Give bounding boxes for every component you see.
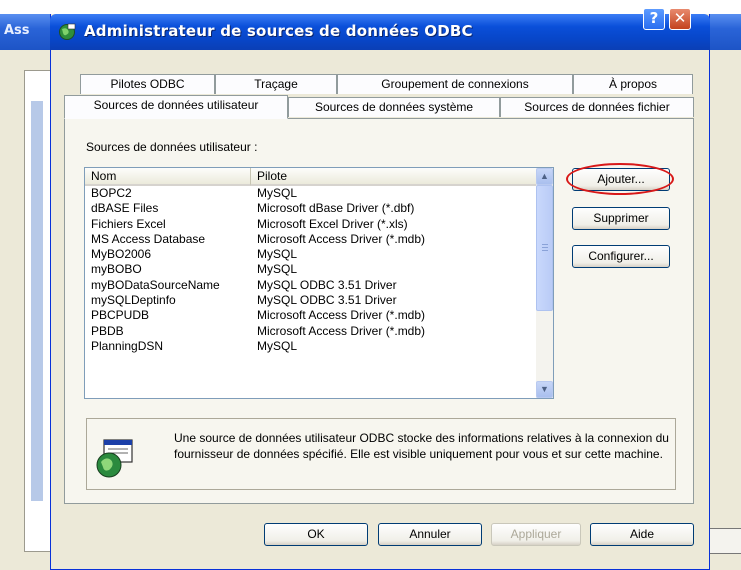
list-item-driver: Microsoft Access Driver (*.mdb) xyxy=(257,308,426,323)
list-item-driver: MySQL xyxy=(257,338,298,353)
tab-a-propos[interactable]: À propos xyxy=(573,74,693,94)
column-header-driver[interactable]: Pilote xyxy=(251,168,537,186)
list-item[interactable]: mySQLDeptinfo MySQL ODBC 3.51 Driver xyxy=(85,293,537,308)
highlight-circle xyxy=(566,163,674,195)
list-item[interactable]: PBDB Microsoft Access Driver (*.mdb) xyxy=(85,324,537,339)
list-item-driver: Microsoft dBase Driver (*.dbf) xyxy=(257,201,415,216)
list-item-driver: MySQL xyxy=(257,262,298,277)
cancel-button[interactable]: Annuler xyxy=(378,523,482,546)
column-header-name[interactable]: Nom xyxy=(85,168,251,186)
help-button[interactable]: Aide xyxy=(590,523,694,546)
tab-groupement-connexions[interactable]: Groupement de connexions xyxy=(337,74,573,94)
ok-button[interactable]: OK xyxy=(264,523,368,546)
list-item-name: dBASE Files xyxy=(91,201,159,216)
scroll-up-arrow-icon[interactable]: ▲ xyxy=(536,168,553,185)
help-title-button[interactable]: ? xyxy=(643,8,665,30)
list-item-driver: Microsoft Excel Driver (*.xls) xyxy=(257,216,408,231)
background-window-panel xyxy=(24,70,52,552)
odbc-datasource-icon xyxy=(96,439,133,478)
list-item-driver: MySQL ODBC 3.51 Driver xyxy=(257,293,397,308)
list-item[interactable]: MyBO2006 MySQL xyxy=(85,247,537,262)
list-item[interactable]: PBCPUDB Microsoft Access Driver (*.mdb) xyxy=(85,308,537,323)
list-item[interactable]: myBODataSourceName MySQL ODBC 3.51 Driver xyxy=(85,278,537,293)
list-item[interactable]: dBASE Files Microsoft dBase Driver (*.dbf… xyxy=(85,201,537,216)
list-item[interactable]: PlanningDSN MySQL xyxy=(85,339,537,354)
tab-sources-fichier[interactable]: Sources de données fichier xyxy=(500,97,694,117)
list-item[interactable]: myBOBO MySQL xyxy=(85,262,537,277)
list-item-driver: MySQL xyxy=(257,186,298,200)
list-item-name: PBDB xyxy=(91,323,124,338)
list-item-name: MS Access Database xyxy=(91,231,206,246)
scroll-thumb[interactable] xyxy=(536,185,553,311)
apply-button[interactable]: Appliquer xyxy=(491,523,581,546)
data-source-list[interactable]: Nom Pilote BOPC2 MySQL dBASE Files Microso… xyxy=(84,167,554,399)
list-item[interactable]: BOPC2 MySQL xyxy=(85,186,537,201)
dialog-titlebar[interactable]: Administrateur de sources de données ODB… xyxy=(50,14,710,50)
tab-pilotes-odbc[interactable]: Pilotes ODBC xyxy=(80,74,215,94)
list-item-name: PlanningDSN xyxy=(91,338,164,353)
list-item[interactable]: Fichiers Excel Microsoft Excel Driver (*.… xyxy=(85,217,537,232)
tab-sources-utilisateur[interactable]: Sources de données utilisateur xyxy=(64,95,288,119)
list-item-name: myBOBO xyxy=(91,262,142,277)
list-item-name: MyBO2006 xyxy=(91,247,152,262)
list-item-name: Fichiers Excel xyxy=(91,216,166,231)
scroll-down-arrow-icon[interactable]: ▼ xyxy=(536,381,553,398)
user-data-sources-label: Sources de données utilisateur : xyxy=(86,140,258,154)
list-item-driver: MySQL xyxy=(257,247,298,262)
close-title-button[interactable]: ✕ xyxy=(669,8,691,30)
list-item[interactable]: MS Access Database Microsoft Access Drive… xyxy=(85,232,537,247)
list-item-driver: MySQL ODBC 3.51 Driver xyxy=(257,277,397,292)
remove-button[interactable]: Supprimer xyxy=(572,207,670,230)
info-description: Une source de données utilisateur ODBC s… xyxy=(174,431,669,461)
tab-sources-systeme[interactable]: Sources de données système xyxy=(288,97,500,117)
dialog-title: Administrateur de sources de données ODB… xyxy=(84,22,473,40)
configure-button[interactable]: Configurer... xyxy=(572,245,670,268)
list-item-driver: Microsoft Access Driver (*.mdb) xyxy=(257,231,426,246)
list-item-name: myBODataSourceName xyxy=(91,277,220,292)
list-item-name: mySQLDeptinfo xyxy=(91,293,176,308)
odbc-globe-icon xyxy=(59,23,76,40)
list-item-name: PBCPUDB xyxy=(91,308,150,323)
list-item-name: BOPC2 xyxy=(91,186,132,200)
list-item-driver: Microsoft Access Driver (*.mdb) xyxy=(257,323,426,338)
tab-tracage[interactable]: Traçage xyxy=(215,74,337,94)
background-window-title: Ass xyxy=(4,23,30,38)
list-scrollbar[interactable]: ▲ ▼ xyxy=(536,168,553,398)
